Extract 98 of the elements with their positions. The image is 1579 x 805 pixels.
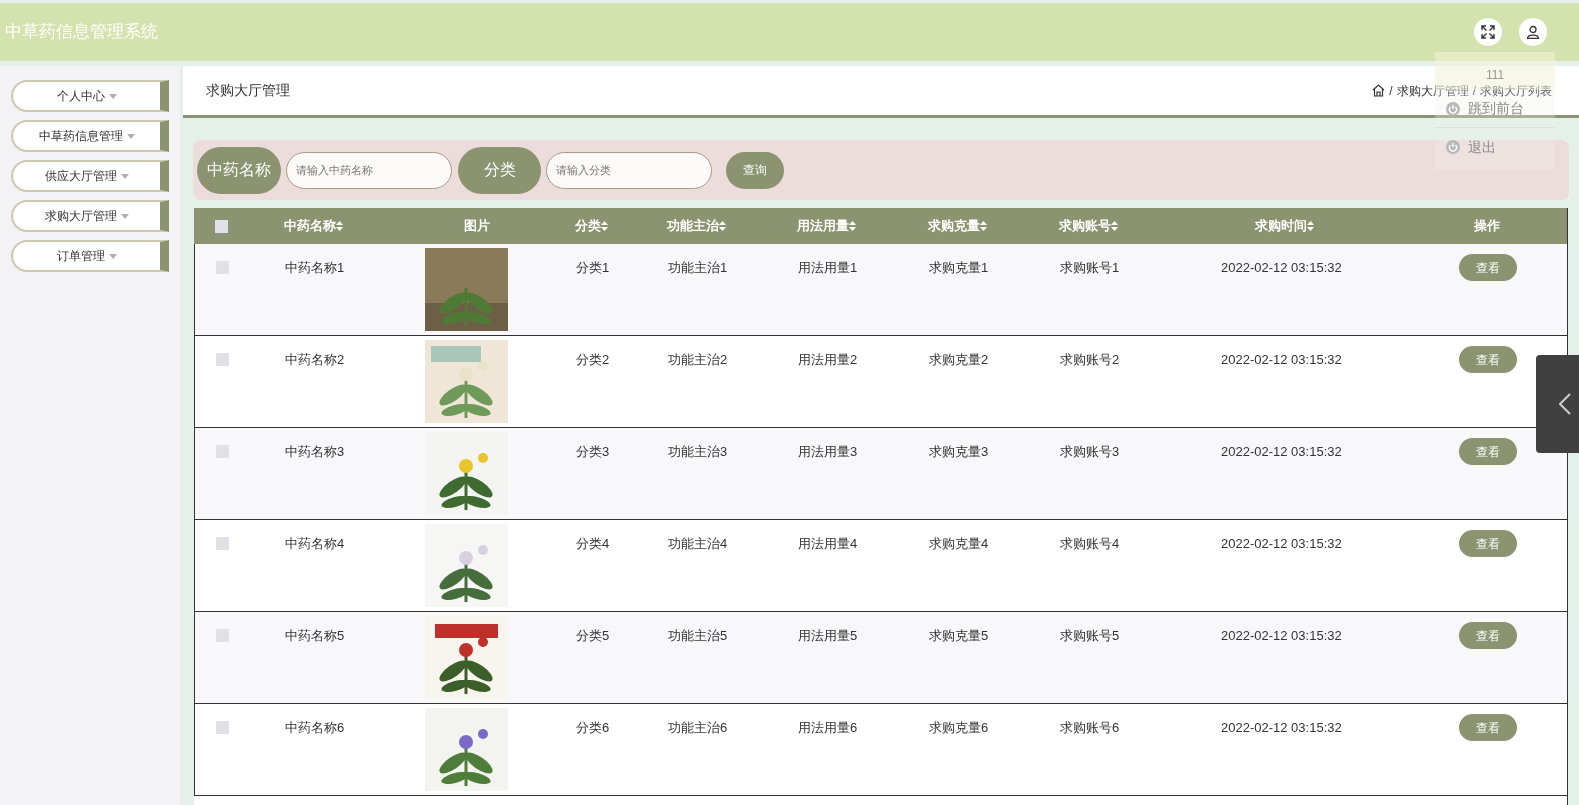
page-title: 求购大厅管理 <box>206 81 290 100</box>
table-cell: 中药名称4 <box>285 536 345 551</box>
view-button[interactable]: 查看 <box>1459 714 1517 741</box>
table-cell: 求购账号5 <box>1060 628 1120 643</box>
table-cell: 功能主治2 <box>668 352 728 367</box>
table-cell: 2022-02-12 03:15:32 <box>1221 628 1342 643</box>
table-cell: 用法用量3 <box>798 444 858 459</box>
table-cell: 功能主治1 <box>668 260 728 275</box>
view-button[interactable]: 查看 <box>1459 346 1517 373</box>
column-header: 操作 <box>1474 217 1500 236</box>
app-title: 中草药信息管理系统 <box>5 21 158 44</box>
table-cell: 功能主治3 <box>668 444 728 459</box>
table-cell: 求购克量4 <box>929 536 989 551</box>
sort-icon <box>980 221 987 231</box>
view-button[interactable]: 查看 <box>1459 622 1517 649</box>
table-cell: 求购账号4 <box>1060 536 1120 551</box>
sort-icon <box>719 221 726 231</box>
sidebar-menu-item[interactable]: 中草药信息管理 <box>11 120 169 152</box>
power-icon <box>1446 140 1460 154</box>
row-checkbox[interactable] <box>216 629 229 642</box>
fullscreen-button[interactable] <box>1474 18 1502 46</box>
table-cell: 分类3 <box>576 444 610 459</box>
table-cell: 求购账号2 <box>1060 352 1120 367</box>
column-header[interactable]: 分类 <box>575 216 608 236</box>
select-all-checkbox[interactable] <box>215 219 228 233</box>
row-checkbox[interactable] <box>216 537 229 550</box>
table-cell: 分类1 <box>576 260 610 275</box>
table-cell: 中药名称2 <box>285 352 345 367</box>
table-cell: 中药名称6 <box>285 720 345 735</box>
table-cell: 求购克量6 <box>929 720 989 735</box>
table-cell: 分类2 <box>576 352 610 367</box>
view-button[interactable]: 查看 <box>1459 530 1517 557</box>
table-cell: 求购克量3 <box>929 444 989 459</box>
table-cell: 求购账号6 <box>1060 720 1120 735</box>
sort-icon <box>849 221 856 231</box>
column-header[interactable]: 用法用量 <box>797 216 856 236</box>
row-checkbox[interactable] <box>216 353 229 366</box>
table-cell: 分类5 <box>576 628 610 643</box>
user-button[interactable] <box>1519 18 1547 46</box>
table-cell: 2022-02-12 03:15:32 <box>1221 260 1342 275</box>
table-cell: 用法用量1 <box>798 260 858 275</box>
breadcrumb-separator: / <box>1389 82 1393 100</box>
side-drawer-tab[interactable] <box>1536 355 1579 453</box>
field-label: 中药名称 <box>197 146 281 194</box>
sort-icon <box>601 221 608 231</box>
table-cell: 2022-02-12 03:15:32 <box>1221 536 1342 551</box>
table-cell: 中药名称5 <box>285 628 345 643</box>
table-cell: 功能主治5 <box>668 628 728 643</box>
table-cell: 分类4 <box>576 536 610 551</box>
home-icon[interactable] <box>1372 84 1386 97</box>
table-cell: 功能主治4 <box>668 536 728 551</box>
table-cell: 功能主治6 <box>668 720 728 735</box>
row-checkbox[interactable] <box>216 445 229 458</box>
column-header[interactable]: 求购时间 <box>1255 216 1314 236</box>
caret-icon <box>108 253 117 259</box>
sort-icon <box>1111 221 1118 231</box>
caret-icon <box>126 133 135 139</box>
view-button[interactable]: 查看 <box>1459 438 1517 465</box>
column-header[interactable]: 求购账号 <box>1059 216 1118 236</box>
sidebar-menu-item[interactable]: 个人中心 <box>11 80 169 112</box>
table-cell: 用法用量6 <box>798 720 858 735</box>
table-cell: 中药名称1 <box>285 260 345 275</box>
table-cell: 2022-02-12 03:15:32 <box>1221 352 1342 367</box>
expand-icon <box>1481 25 1495 39</box>
table-cell: 用法用量4 <box>798 536 858 551</box>
dropdown-menu-item[interactable]: 退出 <box>1435 128 1555 166</box>
column-header: 图片 <box>464 217 490 236</box>
table-cell: 2022-02-12 03:15:32 <box>1221 720 1342 735</box>
sidebar-menu-item[interactable]: 求购大厅管理 <box>11 200 169 232</box>
column-header[interactable]: 功能主治 <box>667 216 726 236</box>
search-button[interactable]: 查询 <box>726 151 784 189</box>
chevron-left-icon <box>1559 393 1571 415</box>
row-checkbox[interactable] <box>216 721 229 734</box>
user-icon <box>1526 25 1540 39</box>
table-cell: 求购账号1 <box>1060 260 1120 275</box>
sort-icon <box>336 221 343 231</box>
caret-icon <box>108 93 117 99</box>
table-cell: 求购账号3 <box>1060 444 1120 459</box>
table-cell: 2022-02-12 03:15:32 <box>1221 444 1342 459</box>
caret-icon <box>120 213 129 219</box>
search-field[interactable]: 请输入分类 <box>546 151 712 189</box>
column-header[interactable]: 求购克量 <box>928 216 987 236</box>
table-cell: 分类6 <box>576 720 610 735</box>
table-cell: 求购克量2 <box>929 352 989 367</box>
row-checkbox[interactable] <box>216 261 229 274</box>
column-header[interactable]: 中药名称 <box>284 216 343 236</box>
table-cell: 用法用量2 <box>798 352 858 367</box>
table-cell: 求购克量1 <box>929 260 989 275</box>
sidebar-menu-item[interactable]: 供应大厅管理 <box>11 160 169 192</box>
field-label: 分类 <box>458 146 541 194</box>
sort-icon <box>1307 221 1314 231</box>
view-button[interactable]: 查看 <box>1459 254 1517 281</box>
sidebar-menu-item[interactable]: 订单管理 <box>11 240 169 272</box>
caret-icon <box>120 173 129 179</box>
table-cell: 用法用量5 <box>798 628 858 643</box>
search-field[interactable]: 请输入中药名称 <box>286 151 452 189</box>
table-cell: 求购克量5 <box>929 628 989 643</box>
table-cell: 中药名称3 <box>285 444 345 459</box>
